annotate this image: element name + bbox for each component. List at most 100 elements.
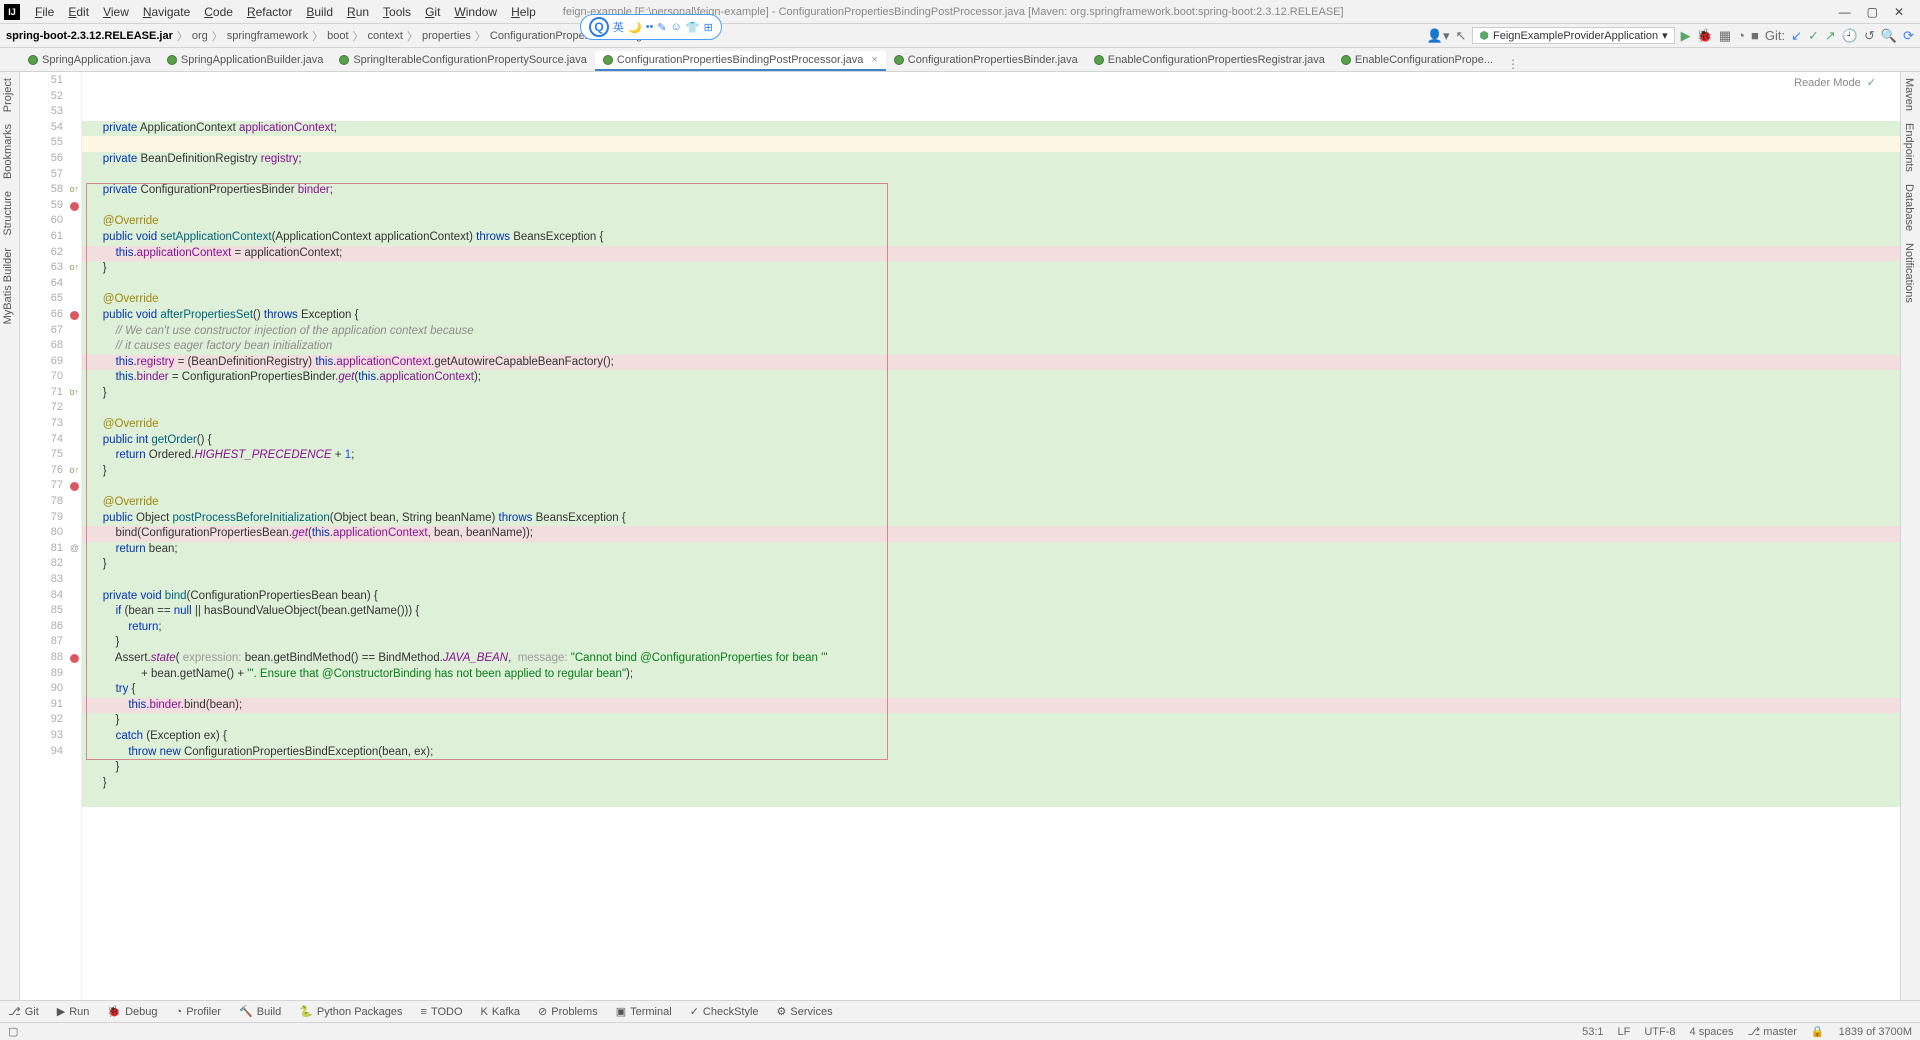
- tool-structure[interactable]: Structure: [0, 185, 16, 242]
- minimize-button[interactable]: —: [1839, 5, 1851, 19]
- editor-tab[interactable]: ConfigurationPropertiesBinder.java: [886, 51, 1086, 71]
- maximize-button[interactable]: ▢: [1867, 5, 1878, 19]
- stop-icon[interactable]: ■: [1751, 28, 1759, 43]
- bottom-services[interactable]: ⚙Services: [777, 1005, 833, 1018]
- crumb-item[interactable]: spring-boot-2.3.12.RELEASE.jar: [6, 30, 173, 42]
- run-config-selector[interactable]: ⬢ FeignExampleProviderApplication ▾: [1472, 27, 1674, 44]
- menu-navigate[interactable]: Navigate: [136, 5, 197, 19]
- menu-help[interactable]: Help: [504, 5, 543, 19]
- indent[interactable]: 4 spaces: [1690, 1026, 1734, 1038]
- override-icon[interactable]: o↑: [69, 465, 79, 475]
- code-line[interactable]: }: [82, 760, 1900, 776]
- breakpoint-icon[interactable]: [70, 202, 79, 211]
- debug-icon[interactable]: 🐞: [1697, 28, 1713, 44]
- line-ending[interactable]: LF: [1618, 1026, 1631, 1038]
- override-icon[interactable]: o↑: [69, 262, 79, 272]
- dots-icon[interactable]: ••: [646, 21, 654, 33]
- shirt-icon[interactable]: 👕: [686, 21, 700, 34]
- editor-tab[interactable]: ConfigurationPropertiesBindingPostProces…: [595, 51, 886, 71]
- wand-icon[interactable]: ✎: [657, 21, 666, 34]
- run-icon[interactable]: ▶: [1681, 28, 1691, 44]
- lock-icon[interactable]: 🔒: [1811, 1025, 1825, 1038]
- profile-icon[interactable]: ◔: [1737, 28, 1745, 43]
- commit-icon[interactable]: ✓: [1808, 28, 1819, 44]
- override-icon[interactable]: o↑: [69, 387, 79, 397]
- tool-maven[interactable]: Maven: [1901, 72, 1917, 117]
- more-tabs[interactable]: ⋮: [1501, 57, 1525, 71]
- code-line[interactable]: [82, 136, 1900, 152]
- bottom-python-packages[interactable]: 🐍Python Packages: [299, 1005, 402, 1018]
- menu-build[interactable]: Build: [299, 5, 340, 19]
- crumb-item[interactable]: boot: [327, 30, 348, 42]
- bottom-terminal[interactable]: ▣Terminal: [616, 1005, 672, 1018]
- menu-tools[interactable]: Tools: [376, 5, 418, 19]
- menu-view[interactable]: View: [96, 5, 136, 19]
- tool-bookmarks[interactable]: Bookmarks: [0, 118, 16, 185]
- editor-tab[interactable]: SpringApplicationBuilder.java: [159, 51, 331, 71]
- tool-project[interactable]: Project: [0, 72, 16, 118]
- editor-tab[interactable]: EnableConfigurationPropertiesRegistrar.j…: [1086, 51, 1333, 71]
- ime-overlay[interactable]: Q 英 🌙 •• ✎ ☺ 👕 ⊞: [580, 14, 722, 40]
- menu-refactor[interactable]: Refactor: [240, 5, 299, 19]
- bottom-debug[interactable]: 🐞Debug: [107, 1005, 157, 1018]
- crumb-item[interactable]: springframework: [227, 30, 308, 42]
- ime-q-icon: Q: [589, 17, 609, 37]
- encoding[interactable]: UTF-8: [1644, 1026, 1675, 1038]
- grid-icon[interactable]: ⊞: [704, 21, 713, 34]
- code-line[interactable]: private BeanDefinitionRegistry registry;: [82, 152, 1900, 168]
- status-icon[interactable]: ▢: [8, 1025, 18, 1038]
- menu-file[interactable]: File: [28, 5, 61, 19]
- bottom-build[interactable]: 🔨Build: [239, 1005, 281, 1018]
- tool-database[interactable]: Database: [1901, 178, 1917, 237]
- crumb-item[interactable]: context: [368, 30, 403, 42]
- push-icon[interactable]: ↗: [1825, 28, 1836, 44]
- moon-icon[interactable]: 🌙: [628, 21, 642, 34]
- code-line[interactable]: [82, 791, 1900, 807]
- code-line[interactable]: [82, 168, 1900, 184]
- gutter[interactable]: 5152535455565758o↑5960616263o↑6465666768…: [20, 72, 82, 1000]
- breakpoint-icon[interactable]: [70, 654, 79, 663]
- cursor-pos[interactable]: 53:1: [1582, 1026, 1603, 1038]
- history-icon[interactable]: 🕘: [1842, 28, 1858, 44]
- update-icon[interactable]: ↙: [1791, 28, 1802, 44]
- usage-icon[interactable]: @: [70, 543, 79, 553]
- menu-window[interactable]: Window: [447, 5, 504, 19]
- rollback-icon[interactable]: ↺: [1864, 28, 1875, 44]
- memory-indicator[interactable]: 1839 of 3700M: [1839, 1026, 1912, 1038]
- menu-git[interactable]: Git: [418, 5, 447, 19]
- tool-endpoints[interactable]: Endpoints: [1901, 117, 1917, 178]
- bottom-profiler[interactable]: ◔Profiler: [176, 1006, 222, 1018]
- code-area[interactable]: private ApplicationContext applicationCo…: [82, 72, 1900, 1000]
- menu-run[interactable]: Run: [340, 5, 376, 19]
- breakpoint-icon[interactable]: [70, 311, 79, 320]
- git-branch[interactable]: ⎇ master: [1748, 1025, 1797, 1038]
- crumb-item[interactable]: org: [192, 30, 208, 42]
- bottom-git[interactable]: ⎇Git: [8, 1005, 39, 1018]
- code-line[interactable]: }: [82, 776, 1900, 792]
- editor-tab[interactable]: SpringApplication.java: [20, 51, 159, 71]
- tool-mybatis-builder[interactable]: MyBatis Builder: [0, 242, 16, 330]
- user-icon[interactable]: 👤▾: [1427, 28, 1450, 44]
- menu-code[interactable]: Code: [197, 5, 240, 19]
- bottom-checkstyle[interactable]: ✓CheckStyle: [690, 1005, 759, 1018]
- back-icon[interactable]: ↖: [1456, 28, 1467, 44]
- menu-edit[interactable]: Edit: [61, 5, 96, 19]
- bottom-run[interactable]: ▶Run: [57, 1005, 90, 1018]
- override-icon[interactable]: o↑: [69, 184, 79, 194]
- tool-notifications[interactable]: Notifications: [1901, 237, 1917, 309]
- sync-icon[interactable]: ⟳: [1903, 28, 1914, 44]
- close-button[interactable]: ✕: [1894, 5, 1904, 19]
- crumb-item[interactable]: properties: [422, 30, 471, 42]
- close-tab-icon[interactable]: ×: [871, 54, 877, 66]
- editor-tab[interactable]: SpringIterableConfigurationPropertySourc…: [331, 51, 595, 71]
- editor-tab[interactable]: EnableConfigurationPrope...: [1333, 51, 1501, 71]
- coverage-icon[interactable]: ▦: [1719, 28, 1731, 44]
- code-line[interactable]: private ApplicationContext applicationCo…: [82, 121, 1900, 137]
- bottom-todo[interactable]: ≡TODO: [421, 1006, 463, 1018]
- smile-icon[interactable]: ☺: [671, 21, 682, 33]
- search-icon[interactable]: 🔍: [1881, 28, 1897, 44]
- breakpoint-icon[interactable]: [70, 482, 79, 491]
- bottom-kafka[interactable]: KKafka: [481, 1006, 520, 1018]
- reader-mode-toggle[interactable]: Reader Mode✓: [1790, 72, 1880, 93]
- bottom-problems[interactable]: ⊘Problems: [538, 1005, 598, 1018]
